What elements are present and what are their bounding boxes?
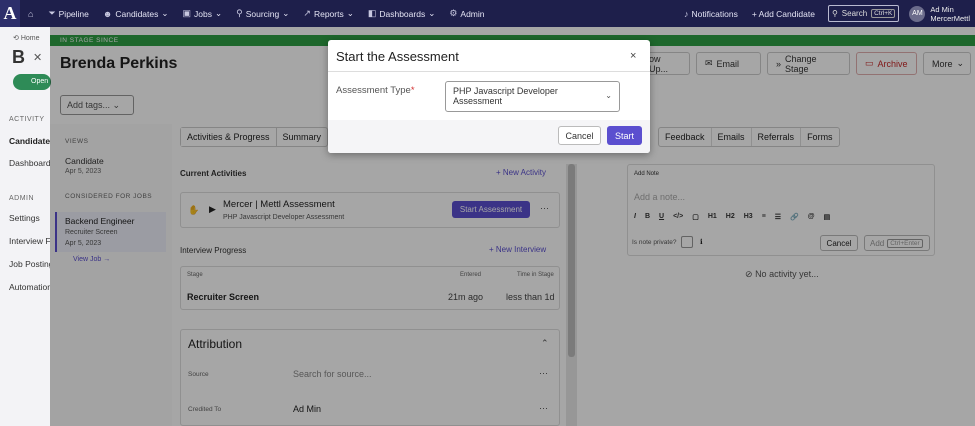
search-icon: ⚲ xyxy=(831,9,838,18)
notifications-button[interactable]: ♪ Notifications xyxy=(677,9,745,19)
nav-label: Pipeline xyxy=(58,8,89,19)
nav-right: ♪ Notifications + Add Candidate ⚲ Search … xyxy=(677,0,975,27)
required-mark: * xyxy=(410,85,415,96)
nav-reports[interactable]: ↗ Reports ⌄ xyxy=(296,8,360,19)
search-label: Search xyxy=(841,9,868,18)
sidebar-item-dashboard[interactable]: Dashboard xyxy=(9,158,51,168)
breadcrumb-home: Home xyxy=(20,35,40,42)
add-candidate-button[interactable]: + Add Candidate xyxy=(745,9,822,19)
nav-sourcing[interactable]: ⚲ Sourcing ⌄ xyxy=(229,8,296,19)
briefcase-icon: ▣ xyxy=(182,8,192,18)
nav-label: Candidates xyxy=(115,8,159,19)
modal-footer xyxy=(328,120,650,153)
assessment-type-select[interactable]: PHP Javascript Developer Assessment ⌄ xyxy=(445,81,620,112)
notifications-label: Notifications xyxy=(691,8,738,19)
left-sidebar: ⟲ Home B ✕ Open ACTIVITY Candidate Dashb… xyxy=(0,27,53,426)
sidebar-item-settings[interactable]: Settings xyxy=(9,213,40,223)
nav-label: Dashboards xyxy=(379,8,426,19)
home-icon: ⌂ xyxy=(28,8,34,19)
start-assessment-modal: Start the Assessment × Assessment Type* … xyxy=(328,40,650,153)
funnel-icon: ⏷ xyxy=(48,8,56,18)
close-icon[interactable]: × xyxy=(630,50,636,62)
nav-label: Reports xyxy=(313,8,344,19)
chart-icon: ↗ xyxy=(303,8,311,18)
cancel-button[interactable]: Cancel xyxy=(558,126,601,145)
sourcing-icon: ⚲ xyxy=(236,8,243,18)
home-nav[interactable]: ⌂ xyxy=(20,9,41,19)
close-icon[interactable]: ✕ xyxy=(33,51,42,64)
top-nav: A ⌂ ⏷ Pipeline ☻ Candidates ⌄ ▣ Jobs ⌄ ⚲ Sourc… xyxy=(0,0,975,27)
chevron-down-icon: ⌄ xyxy=(428,8,436,18)
page-initial: B xyxy=(12,47,25,67)
assessment-type-text: Assessment Type xyxy=(336,85,411,96)
section-activity: ACTIVITY xyxy=(9,116,45,123)
open-badge[interactable]: Open xyxy=(13,74,51,90)
chevron-down-icon: ⌄ xyxy=(605,91,612,100)
chevron-down-icon: ⌄ xyxy=(215,8,223,18)
section-admin: ADMIN xyxy=(9,195,35,202)
user-menu[interactable]: Ad Min MercerMettl xyxy=(930,5,970,23)
nav-label: Admin xyxy=(460,8,485,19)
user-name: Ad Min xyxy=(930,4,954,14)
app-logo[interactable]: A xyxy=(0,0,20,27)
nav-label: Jobs xyxy=(194,8,212,19)
chevron-down-icon: ⌄ xyxy=(161,8,169,18)
nav-pipeline[interactable]: ⏷ Pipeline xyxy=(41,8,95,19)
sidebar-item-interview[interactable]: Interview F xyxy=(9,236,51,246)
search-button[interactable]: ⚲ Search Ctrl+K xyxy=(827,5,900,22)
sidebar-item-job-posting[interactable]: Job Posting xyxy=(9,259,53,269)
modal-divider xyxy=(328,71,650,72)
avatar[interactable]: AM xyxy=(909,5,926,22)
sidebar-item-automation[interactable]: Automation xyxy=(9,282,52,292)
nav-label: Sourcing xyxy=(245,8,280,19)
users-icon: ☻ xyxy=(102,8,113,19)
nav-admin[interactable]: ⚙ Admin xyxy=(442,8,491,19)
breadcrumb[interactable]: ⟲ Home xyxy=(13,34,40,42)
dashboard-icon: ◧ xyxy=(367,8,377,18)
search-shortcut: Ctrl+K xyxy=(871,9,896,18)
nav-jobs[interactable]: ▣ Jobs ⌄ xyxy=(176,8,230,19)
nav-candidates[interactable]: ☻ Candidates ⌄ xyxy=(96,8,176,19)
chevron-down-icon: ⌄ xyxy=(346,8,354,18)
user-org: MercerMettl xyxy=(930,13,970,23)
assessment-type-value: PHP Javascript Developer Assessment xyxy=(453,86,558,106)
bell-icon: ♪ xyxy=(684,8,689,19)
gear-icon: ⚙ xyxy=(449,8,458,18)
nav-dashboards[interactable]: ◧ Dashboards ⌄ xyxy=(361,8,442,19)
assessment-type-label: Assessment Type* xyxy=(336,85,415,96)
sidebar-item-candidate[interactable]: Candidate xyxy=(9,136,50,146)
modal-title: Start the Assessment xyxy=(336,49,459,64)
start-button[interactable]: Start xyxy=(607,126,642,145)
chevron-down-icon: ⌄ xyxy=(282,8,290,18)
